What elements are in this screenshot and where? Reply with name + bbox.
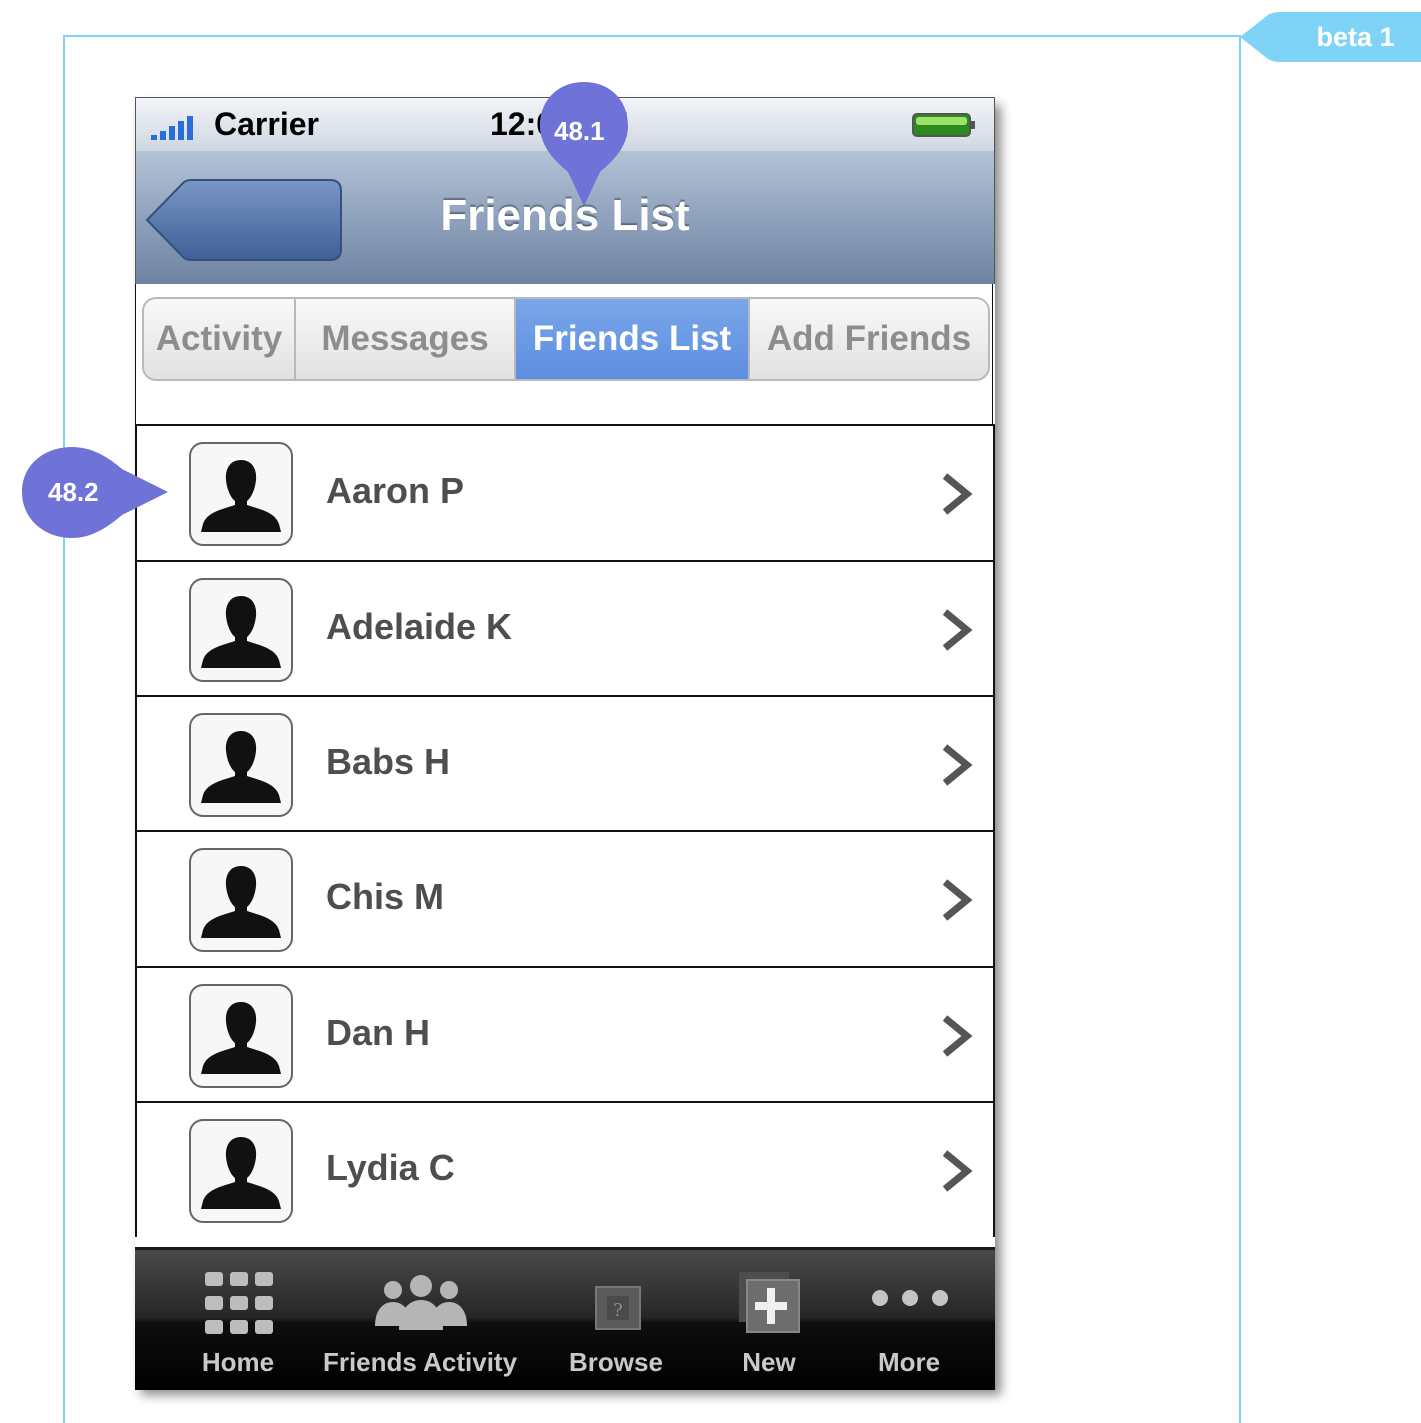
question-box-icon: ? xyxy=(595,1286,641,1330)
friend-row[interactable]: Dan H xyxy=(135,966,995,1102)
friend-name: Babs H xyxy=(326,741,451,782)
tab-home-label: Home xyxy=(201,1347,275,1377)
segment-messages[interactable]: Messages xyxy=(296,299,516,379)
wireframe-border-top xyxy=(63,35,1241,37)
avatar-icon xyxy=(189,578,293,682)
segment-activity[interactable]: Activity xyxy=(144,299,296,379)
avatar-icon xyxy=(189,984,293,1088)
signal-strength-icon xyxy=(151,116,193,140)
tab-browse[interactable]: ? Browse xyxy=(555,1250,677,1390)
callout-marker: 48.2 xyxy=(20,445,170,540)
tab-new[interactable]: New xyxy=(717,1250,821,1390)
wireframe-border-right xyxy=(1239,35,1241,1423)
chevron-right-icon xyxy=(942,473,973,515)
carrier-name: Carrier xyxy=(214,106,319,142)
svg-text:?: ? xyxy=(613,1300,623,1321)
friend-name: Dan H xyxy=(326,1012,431,1053)
person-silhouette-icon xyxy=(201,1002,281,1074)
segment-friends-list[interactable]: Friends List xyxy=(516,299,750,379)
grid-icon xyxy=(205,1272,273,1334)
friend-name: Chis M xyxy=(326,876,445,917)
callout-label: 48.1 xyxy=(554,116,605,146)
more-dots-icon xyxy=(872,1290,948,1306)
friend-row[interactable]: Aaron P xyxy=(135,424,995,560)
version-tag-label: beta 1 xyxy=(1316,22,1395,52)
friend-name: Lydia C xyxy=(326,1147,455,1188)
segmented-control: Activity Messages Friends List Add Frien… xyxy=(142,297,990,381)
segment-area: Activity Messages Friends List Add Frien… xyxy=(135,284,993,425)
tab-bar: Home Friends Activity ? Browse New More xyxy=(135,1247,995,1390)
callout-label: 48.2 xyxy=(48,477,99,507)
avatar-icon xyxy=(189,848,293,952)
person-silhouette-icon xyxy=(201,731,281,803)
version-tag: beta 1 xyxy=(1240,12,1421,62)
tab-home[interactable]: Home xyxy=(190,1250,286,1390)
chevron-right-icon xyxy=(942,1150,973,1192)
friend-row[interactable]: Adelaide K xyxy=(135,560,995,696)
tab-friends-activity-label: Friends Activity xyxy=(322,1347,518,1377)
friend-row[interactable]: Lydia C xyxy=(135,1101,995,1237)
tab-browse-label: Browse xyxy=(569,1347,663,1377)
person-silhouette-icon xyxy=(201,1137,281,1209)
avatar-icon xyxy=(189,442,293,546)
phone-screen: Carrier 12:00 PM Friends List Activity M… xyxy=(135,97,995,1390)
tab-friends-activity[interactable]: Friends Activity xyxy=(315,1250,525,1390)
chevron-right-icon xyxy=(942,1015,973,1057)
tab-more[interactable]: More xyxy=(855,1250,963,1390)
avatar-icon xyxy=(189,713,293,817)
wireframe-border-left xyxy=(63,35,65,1423)
new-plus-icon xyxy=(739,1272,800,1333)
chevron-right-icon xyxy=(942,744,973,786)
friend-row[interactable]: Chis M xyxy=(135,830,995,966)
people-icon xyxy=(375,1275,467,1330)
chevron-right-icon xyxy=(942,879,973,921)
person-silhouette-icon xyxy=(201,460,281,532)
tab-new-label: New xyxy=(742,1347,796,1377)
person-silhouette-icon xyxy=(201,866,281,938)
callout-marker: 48.1 xyxy=(538,80,630,210)
segment-add-friends[interactable]: Add Friends xyxy=(750,299,988,379)
chevron-right-icon xyxy=(942,609,973,651)
person-silhouette-icon xyxy=(201,596,281,668)
avatar-icon xyxy=(189,1119,293,1223)
friend-row[interactable]: Babs H xyxy=(135,695,995,831)
friend-name: Adelaide K xyxy=(326,606,513,647)
battery-icon xyxy=(912,113,975,137)
tab-more-label: More xyxy=(877,1347,941,1377)
friend-name: Aaron P xyxy=(326,470,465,511)
